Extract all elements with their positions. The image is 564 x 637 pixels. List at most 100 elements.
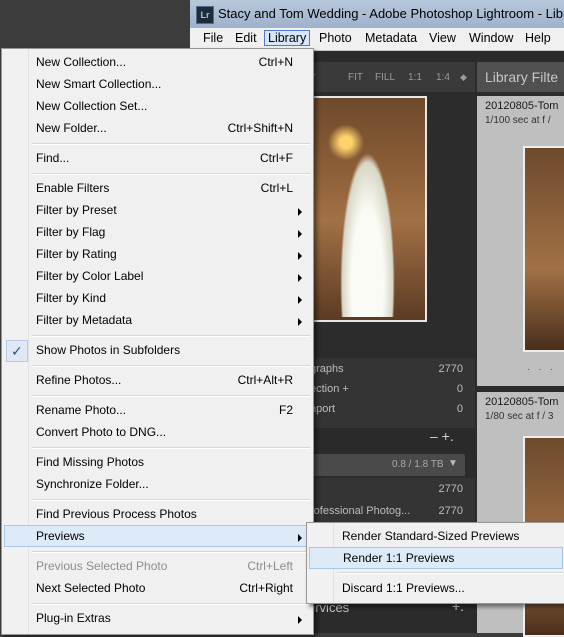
menu-help[interactable]: Help — [522, 31, 554, 45]
menu-item-find-previous-process-photos[interactable]: Find Previous Process Photos — [4, 503, 311, 525]
submenu-item-discard-1-1-previews[interactable]: Discard 1:1 Previews... — [309, 577, 563, 599]
menu-separator — [32, 143, 310, 145]
menu-item-label: Enable Filters — [36, 181, 110, 195]
menu-item-label: Convert Photo to DNG... — [36, 425, 167, 439]
menu-item-label: Previous Selected Photo — [36, 559, 168, 573]
grid-cell-exposure: 1/80 sec at f / 3 — [485, 411, 554, 422]
menu-item-label: Synchronize Folder... — [36, 477, 149, 491]
menu-item-label: New Collection... — [36, 55, 127, 69]
grid-cell[interactable]: 20120805-Tom 1/100 sec at f / ··· — [477, 96, 564, 386]
menu-item-label: Filter by Color Label — [36, 269, 144, 283]
zoom-fit[interactable]: FIT — [348, 72, 363, 83]
catalog-row-count: 0 — [456, 403, 463, 415]
menu-item-label: New Smart Collection... — [36, 77, 162, 91]
submenu-arrow-icon — [298, 274, 302, 282]
menu-separator — [32, 335, 310, 337]
catalog-row-count: 2770 — [438, 363, 463, 375]
menu-item-label: Refine Photos... — [36, 373, 122, 387]
menu-separator — [32, 603, 310, 605]
menu-item-new-folder[interactable]: New Folder... Ctrl+Shift+N — [4, 117, 311, 139]
title-bar: Lr Stacy and Tom Wedding - Adobe Photosh… — [190, 0, 564, 28]
drive-bar[interactable]: 0.8 / 1.8 TB ▼ — [310, 454, 465, 476]
folder-row-count: 2770 — [438, 483, 463, 495]
submenu-arrow-icon — [298, 252, 302, 260]
menu-item-label: Filter by Kind — [36, 291, 107, 305]
zoom-menu-icon[interactable]: ◆ — [460, 72, 467, 83]
drive-capacity: 0.8 / 1.8 TB — [392, 459, 444, 470]
folder-row[interactable]: rofessional Photog... 2770 — [310, 502, 475, 522]
zoom-1-1[interactable]: 1:1 — [408, 72, 422, 83]
folder-row-count: 2770 — [438, 505, 463, 517]
menu-item-previews[interactable]: Previews — [4, 525, 311, 547]
menu-item-synchronize-folder[interactable]: Synchronize Folder... — [4, 473, 311, 495]
menu-item-filter-by-flag[interactable]: Filter by Flag — [4, 221, 311, 243]
grid-thumbnail[interactable] — [523, 146, 564, 352]
menu-item-shortcut: Ctrl+N — [258, 55, 293, 69]
menu-item-shortcut: F2 — [278, 403, 293, 417]
menu-library[interactable]: Library — [264, 30, 311, 46]
catalog-row-label: ection + — [310, 383, 349, 395]
menu-item-filter-by-kind[interactable]: Filter by Kind — [4, 287, 311, 309]
previews-submenu: Render Standard-Sized Previews Render 1:… — [306, 522, 564, 604]
menu-item-new-collection[interactable]: New Collection... Ctrl+N — [4, 51, 311, 73]
submenu-arrow-icon — [298, 296, 302, 304]
menu-item-shortcut: Ctrl+Alt+R — [237, 373, 293, 387]
menu-metadata[interactable]: Metadata — [362, 31, 420, 45]
catalog-row[interactable]: ection + 0 — [310, 380, 475, 400]
menu-item-label: Render Standard-Sized Previews — [342, 529, 520, 543]
menu-photo[interactable]: Photo — [316, 31, 355, 45]
menu-separator — [32, 395, 310, 397]
menu-item-find[interactable]: Find... Ctrl+F — [4, 147, 311, 169]
submenu-item-render-standard-previews[interactable]: Render Standard-Sized Previews — [309, 525, 563, 547]
zoom-1-4[interactable]: 1:4 — [436, 72, 450, 83]
zoom-fill[interactable]: FILL — [375, 72, 395, 83]
catalog-row[interactable]: graphs 2770 — [310, 360, 475, 380]
lightroom-app-icon[interactable]: Lr — [196, 6, 214, 24]
menu-file[interactable]: File — [200, 31, 226, 45]
menu-item-next-selected-photo[interactable]: Next Selected Photo Ctrl+Right — [4, 577, 311, 599]
menu-item-rename-photo[interactable]: Rename Photo... F2 — [4, 399, 311, 421]
menu-item-enable-filters[interactable]: Enable Filters Ctrl+L — [4, 177, 311, 199]
submenu-item-render-1-1-previews[interactable]: Render 1:1 Previews — [309, 547, 563, 569]
menu-item-label: Filter by Preset — [36, 203, 117, 217]
menu-item-plug-in-extras[interactable]: Plug-in Extras — [4, 607, 311, 629]
menu-separator — [337, 572, 563, 574]
menu-item-filter-by-metadata[interactable]: Filter by Metadata — [4, 309, 311, 331]
menu-item-filter-by-preset[interactable]: Filter by Preset — [4, 199, 311, 221]
menu-separator — [32, 173, 310, 175]
window-title: Stacy and Tom Wedding - Adobe Photoshop … — [218, 6, 564, 21]
submenu-arrow-icon — [298, 534, 302, 542]
menu-item-label: Discard 1:1 Previews... — [342, 581, 465, 595]
folder-row-label: rofessional Photog... — [310, 505, 411, 517]
submenu-arrow-icon — [298, 616, 302, 624]
library-filter-bar: Library Filte — [477, 62, 564, 92]
menu-item-filter-by-color-label[interactable]: Filter by Color Label — [4, 265, 311, 287]
menu-item-label: Previews — [36, 529, 85, 543]
menu-item-show-photos-in-subfolders[interactable]: Show Photos in Subfolders — [4, 339, 311, 361]
menu-item-shortcut: Ctrl+Shift+N — [227, 121, 293, 135]
menu-item-label: Next Selected Photo — [36, 581, 146, 595]
submenu-arrow-icon — [298, 318, 302, 326]
menu-item-label: Find... — [36, 151, 70, 165]
menu-item-shortcut: Ctrl+F — [260, 151, 293, 165]
folders-add-remove-buttons[interactable]: – +. — [430, 428, 454, 444]
menu-item-new-smart-collection[interactable]: New Smart Collection... — [4, 73, 311, 95]
menu-item-previous-selected-photo[interactable]: Previous Selected Photo Ctrl+Left — [4, 555, 311, 577]
menu-item-convert-photo-to-dng[interactable]: Convert Photo to DNG... — [4, 421, 311, 443]
rating-dots[interactable]: ··· — [527, 364, 561, 375]
catalog-row-count: 0 — [456, 383, 463, 395]
menu-separator — [32, 447, 310, 449]
menu-item-label: Rename Photo... — [36, 403, 127, 417]
library-menu: New Collection... Ctrl+N New Smart Colle… — [1, 48, 314, 635]
menu-view[interactable]: View — [426, 31, 459, 45]
folder-row[interactable]: 2770 — [310, 480, 475, 500]
menu-edit[interactable]: Edit — [232, 31, 260, 45]
menu-item-new-collection-set[interactable]: New Collection Set... — [4, 95, 311, 117]
menu-item-find-missing-photos[interactable]: Find Missing Photos — [4, 451, 311, 473]
menu-item-label: Show Photos in Subfolders — [36, 343, 181, 357]
menu-item-refine-photos[interactable]: Refine Photos... Ctrl+Alt+R — [4, 369, 311, 391]
menu-item-label: Find Missing Photos — [36, 455, 145, 469]
menu-item-filter-by-rating[interactable]: Filter by Rating — [4, 243, 311, 265]
menu-window[interactable]: Window — [466, 31, 516, 45]
catalog-row[interactable]: nport 0 — [310, 400, 475, 420]
